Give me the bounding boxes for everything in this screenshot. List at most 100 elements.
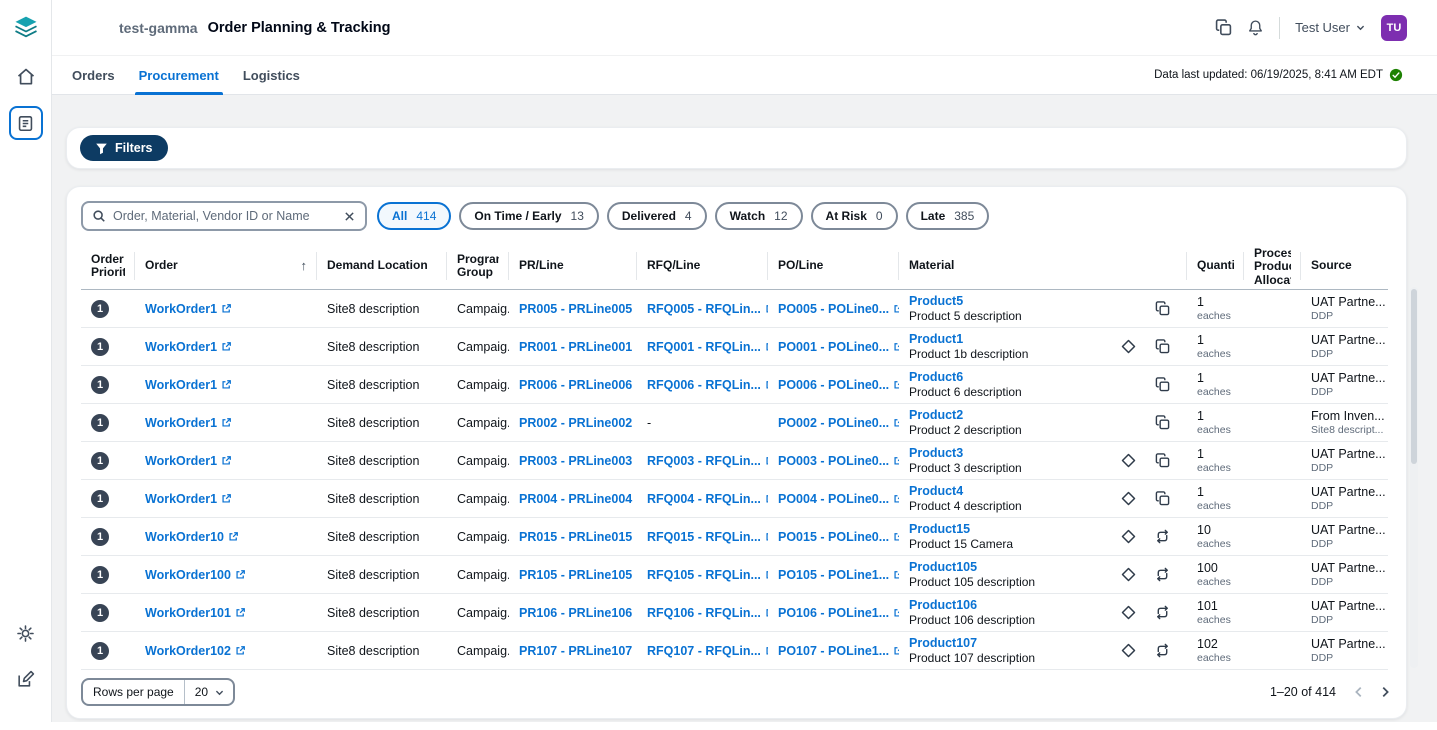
status-filter-chip[interactable]: All 414 <box>377 202 451 230</box>
pr-line-link[interactable]: PR105 - PRLine105 <box>519 568 637 582</box>
substitution-swap-icon[interactable] <box>1155 605 1170 620</box>
clear-x-icon[interactable] <box>343 210 356 223</box>
feedback-edit-icon[interactable] <box>9 662 43 696</box>
material-link[interactable]: Product2 <box>909 408 963 422</box>
table-scrollbar[interactable] <box>1410 287 1418 668</box>
table-row[interactable]: 1 WorkOrder1 Site8 description Campaig..… <box>81 442 1388 480</box>
order-link[interactable]: WorkOrder10 <box>145 530 239 544</box>
alert-diamond-icon[interactable] <box>1121 491 1136 506</box>
status-filter-chip[interactable]: Late 385 <box>906 202 990 230</box>
alert-diamond-icon[interactable] <box>1121 643 1136 658</box>
sidebar-item-orders-active[interactable] <box>9 106 43 140</box>
search-input[interactable] <box>113 209 336 223</box>
sort-ascending-icon[interactable]: ↑ <box>301 259 308 274</box>
table-row[interactable]: 1 WorkOrder1 Site8 description Campaig..… <box>81 328 1388 366</box>
copy-icon[interactable] <box>1215 19 1232 36</box>
notifications-bell-icon[interactable] <box>1247 19 1264 36</box>
material-link[interactable]: Product107 <box>909 636 977 650</box>
po-line-link[interactable]: PO107 - POLine1... <box>778 644 899 658</box>
col-header-process-product-allocation-type[interactable]: Process Product Allocation Type <box>1244 243 1301 290</box>
order-link[interactable]: WorkOrder1 <box>145 378 232 392</box>
tab-procurement[interactable]: Procurement <box>127 56 231 94</box>
table-scrollbar-thumb[interactable] <box>1411 289 1417 464</box>
table-row[interactable]: 1 WorkOrder1 Site8 description Campaig..… <box>81 290 1388 328</box>
alert-diamond-icon[interactable] <box>1121 567 1136 582</box>
alert-diamond-icon[interactable] <box>1121 453 1136 468</box>
table-row[interactable]: 1 WorkOrder1 Site8 description Campaig..… <box>81 480 1388 518</box>
avatar[interactable]: TU <box>1381 15 1407 41</box>
status-filter-chip[interactable]: Watch 12 <box>715 202 803 230</box>
table-row[interactable]: 1 WorkOrder10 Site8 description Campaig.… <box>81 518 1388 556</box>
pr-line-link[interactable]: PR006 - PRLine006 <box>519 378 637 392</box>
copy-icon[interactable] <box>1155 339 1170 354</box>
pr-line-link[interactable]: PR107 - PRLine107 <box>519 644 637 658</box>
copy-icon[interactable] <box>1155 377 1170 392</box>
rows-per-page-select[interactable]: Rows per page 20 <box>81 678 235 706</box>
pr-line-link[interactable]: PR004 - PRLine004 <box>519 492 637 506</box>
rfq-line-link[interactable]: RFQ003 - RFQLin... <box>647 454 768 468</box>
pr-line-link[interactable]: PR106 - PRLine106 <box>519 606 637 620</box>
rfq-line-link[interactable]: RFQ106 - RFQLin... <box>647 606 768 620</box>
po-line-link[interactable]: PO106 - POLine1... <box>778 606 899 620</box>
col-header-source[interactable]: Source <box>1301 243 1388 290</box>
table-row[interactable]: 1 WorkOrder1 Site8 description Campaig..… <box>81 366 1388 404</box>
table-row[interactable]: 1 WorkOrder101 Site8 description Campaig… <box>81 594 1388 632</box>
order-link[interactable]: WorkOrder102 <box>145 644 246 658</box>
po-line-link[interactable]: PO001 - POLine0... <box>778 340 899 354</box>
order-link[interactable]: WorkOrder1 <box>145 492 232 506</box>
po-line-link[interactable]: PO006 - POLine0... <box>778 378 899 392</box>
copy-icon[interactable] <box>1155 453 1170 468</box>
po-line-link[interactable]: PO105 - POLine1... <box>778 568 899 582</box>
pr-line-link[interactable]: PR002 - PRLine002 <box>519 416 637 430</box>
alert-diamond-icon[interactable] <box>1121 529 1136 544</box>
po-line-link[interactable]: PO004 - POLine0... <box>778 492 899 506</box>
order-link[interactable]: WorkOrder1 <box>145 454 232 468</box>
copy-icon[interactable] <box>1155 491 1170 506</box>
filters-button[interactable]: Filters <box>80 135 168 161</box>
pr-line-link[interactable]: PR015 - PRLine015 <box>519 530 637 544</box>
col-header-material[interactable]: Material <box>899 243 1187 290</box>
pr-line-link[interactable]: PR005 - PRLine005 <box>519 302 637 316</box>
rfq-line-link[interactable]: RFQ006 - RFQLin... <box>647 378 768 392</box>
copy-icon[interactable] <box>1155 415 1170 430</box>
po-line-link[interactable]: PO002 - POLine0... <box>778 416 899 430</box>
rfq-line-link[interactable]: RFQ105 - RFQLin... <box>647 568 768 582</box>
po-line-link[interactable]: PO015 - POLine0... <box>778 530 899 544</box>
copy-icon[interactable] <box>1155 301 1170 316</box>
table-row[interactable]: 1 WorkOrder1 Site8 description Campaig..… <box>81 404 1388 442</box>
user-menu[interactable]: Test User <box>1295 20 1366 35</box>
col-header-demand-location[interactable]: Demand Location <box>317 243 447 290</box>
col-header-program-group[interactable]: Program Group <box>447 243 509 290</box>
material-link[interactable]: Product5 <box>909 294 963 308</box>
material-link[interactable]: Product15 <box>909 522 970 536</box>
po-line-link[interactable]: PO005 - POLine0... <box>778 302 899 316</box>
material-link[interactable]: Product3 <box>909 446 963 460</box>
status-filter-chip[interactable]: Delivered 4 <box>607 202 707 230</box>
home-icon[interactable] <box>9 60 43 94</box>
material-link[interactable]: Product106 <box>909 598 977 612</box>
material-link[interactable]: Product6 <box>909 370 963 384</box>
order-link[interactable]: WorkOrder1 <box>145 302 232 316</box>
rfq-line-link[interactable]: RFQ015 - RFQLin... <box>647 530 768 544</box>
rfq-line-link[interactable]: RFQ001 - RFQLin... <box>647 340 768 354</box>
material-link[interactable]: Product105 <box>909 560 977 574</box>
status-filter-chip[interactable]: At Risk 0 <box>811 202 898 230</box>
order-link[interactable]: WorkOrder101 <box>145 606 246 620</box>
table-row[interactable]: 1 WorkOrder100 Site8 description Campaig… <box>81 556 1388 594</box>
pr-line-link[interactable]: PR001 - PRLine001 <box>519 340 637 354</box>
substitution-swap-icon[interactable] <box>1155 567 1170 582</box>
substitution-swap-icon[interactable] <box>1155 529 1170 544</box>
alert-diamond-icon[interactable] <box>1121 339 1136 354</box>
col-header-pr-line[interactable]: PR/Line <box>509 243 637 290</box>
rfq-line-link[interactable]: RFQ107 - RFQLin... <box>647 644 768 658</box>
settings-gear-icon[interactable] <box>9 616 43 650</box>
tab-orders[interactable]: Orders <box>60 56 127 94</box>
alert-diamond-icon[interactable] <box>1121 605 1136 620</box>
status-filter-chip[interactable]: On Time / Early 13 <box>459 202 599 230</box>
table-row[interactable]: 1 WorkOrder102 Site8 description Campaig… <box>81 632 1388 670</box>
rfq-line-link[interactable]: RFQ005 - RFQLin... <box>647 302 768 316</box>
col-header-order-priority[interactable]: Order Priority <box>81 243 135 290</box>
chevron-left-icon[interactable] <box>1352 685 1366 699</box>
order-link[interactable]: WorkOrder1 <box>145 416 232 430</box>
substitution-swap-icon[interactable] <box>1155 643 1170 658</box>
